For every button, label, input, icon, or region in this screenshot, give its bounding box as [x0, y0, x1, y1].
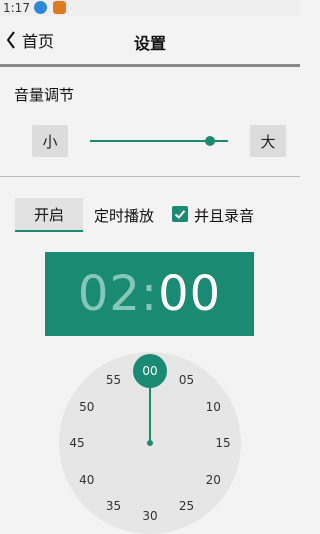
- dial-tick-label[interactable]: 15: [208, 435, 238, 451]
- volume-down-button[interactable]: 小: [32, 125, 68, 157]
- dial-tick-label[interactable]: 10: [198, 399, 228, 415]
- timer-display: 02 : 00: [45, 252, 254, 336]
- record-checkbox-label: 并且录音: [194, 207, 255, 225]
- timer-toggle-button[interactable]: 开启: [15, 198, 83, 232]
- dial-tick-label[interactable]: 05: [172, 372, 202, 388]
- app-notification-icon: [53, 1, 66, 14]
- header-divider: [0, 64, 300, 67]
- dial-center-dot: [147, 440, 153, 446]
- top-nav-bar: 首页 设置: [0, 16, 300, 64]
- timer-separator: :: [140, 266, 159, 322]
- volume-slider-thumb[interactable]: [205, 136, 216, 146]
- dial-tick-label[interactable]: 45: [62, 435, 92, 451]
- timer-minutes: 00: [158, 266, 222, 322]
- dial-tick-label[interactable]: 20: [198, 472, 228, 488]
- status-bar: 1:17: [0, 0, 300, 16]
- dial-hand: [149, 382, 151, 443]
- section-divider: [0, 176, 300, 177]
- dial-tick-label[interactable]: 40: [72, 472, 102, 488]
- dial-tick-label[interactable]: 50: [72, 399, 102, 415]
- status-time: 1:17: [3, 1, 30, 15]
- timer-label: 定时播放: [94, 207, 155, 225]
- dial-tick-label[interactable]: 25: [172, 498, 202, 514]
- dial-tick-label[interactable]: 55: [99, 372, 129, 388]
- check-icon: [174, 210, 186, 219]
- volume-section-title: 音量调节: [14, 86, 75, 104]
- timer-hours: 02: [77, 266, 141, 322]
- record-checkbox[interactable]: [172, 206, 188, 222]
- dial-tick-label[interactable]: 35: [99, 498, 129, 514]
- dial-tick-label[interactable]: 30: [135, 508, 165, 524]
- dial-selected-value[interactable]: 00: [133, 354, 167, 388]
- volume-slider[interactable]: [90, 134, 228, 148]
- download-icon: [34, 1, 47, 14]
- page-title: 设置: [133, 34, 166, 53]
- volume-up-button[interactable]: 大: [250, 125, 286, 157]
